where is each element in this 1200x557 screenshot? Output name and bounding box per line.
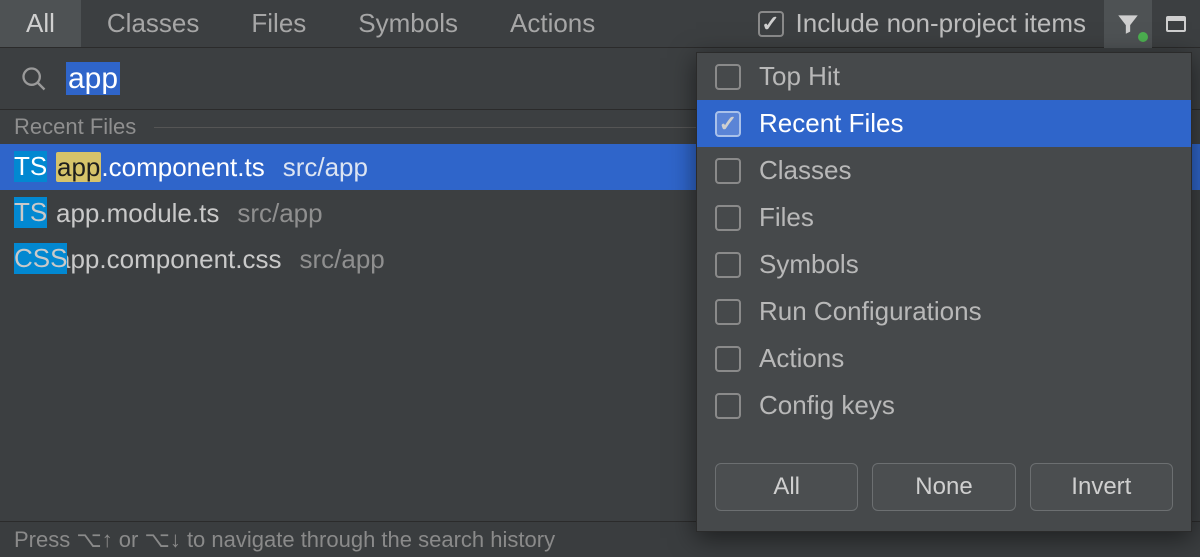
tab-label: Files (251, 8, 306, 39)
filter-option-label: Classes (759, 155, 851, 186)
filter-button[interactable] (1104, 0, 1152, 48)
filter-option-label: Top Hit (759, 61, 840, 92)
filter-option-files[interactable]: Files (697, 194, 1191, 241)
filter-option-classes[interactable]: Classes (697, 147, 1191, 194)
search-scope-tabs: All Classes Files Symbols Actions Includ… (0, 0, 1200, 48)
file-badge: TS (14, 151, 47, 182)
filename-rest: .component.ts (101, 152, 264, 182)
filter-option-label: Symbols (759, 249, 859, 280)
filter-option-actions[interactable]: Actions (697, 335, 1191, 382)
search-input-value: app (66, 62, 120, 95)
checkbox-icon (758, 11, 784, 37)
search-icon (20, 65, 48, 93)
filter-invert-button[interactable]: Invert (1030, 463, 1173, 511)
filter-option-run-configurations[interactable]: Run Configurations (697, 288, 1191, 335)
include-label: Include non-project items (796, 8, 1086, 39)
tab-label: All (26, 8, 55, 39)
result-path: src/app (237, 198, 322, 229)
filter-option-label: Recent Files (759, 108, 904, 139)
checkbox-icon (715, 393, 741, 419)
button-label: None (915, 473, 972, 501)
filter-option-config-keys[interactable]: Config keys (697, 382, 1191, 429)
filter-option-label: Run Configurations (759, 296, 982, 327)
tab-symbols[interactable]: Symbols (332, 0, 484, 47)
button-label: Invert (1071, 473, 1131, 501)
tab-label: Symbols (358, 8, 458, 39)
filter-button-row: All None Invert (697, 449, 1191, 531)
tab-all[interactable]: All (0, 0, 81, 47)
filter-none-button[interactable]: None (872, 463, 1015, 511)
checkbox-icon (715, 252, 741, 278)
include-nonproject-toggle[interactable]: Include non-project items (748, 0, 1104, 47)
filter-all-button[interactable]: All (715, 463, 858, 511)
filter-option-recent-files[interactable]: Recent Files (697, 100, 1191, 147)
file-badge: CSS (14, 243, 67, 274)
match-text: app (56, 198, 99, 228)
result-filename: app.module.ts (56, 198, 219, 229)
funnel-icon (1115, 11, 1141, 37)
tab-label: Actions (510, 8, 595, 39)
section-title: Recent Files (14, 114, 136, 140)
checkbox-icon (715, 158, 741, 184)
checkbox-icon (715, 205, 741, 231)
css-file-icon: CSS (14, 244, 44, 274)
open-in-window-button[interactable] (1152, 0, 1200, 48)
typescript-file-icon: TS (14, 198, 44, 228)
match-highlight: app (56, 152, 101, 182)
result-filename: app.component.css (56, 244, 281, 275)
tab-files[interactable]: Files (225, 0, 332, 47)
filename-rest: .component.css (99, 244, 281, 274)
checkbox-icon (715, 299, 741, 325)
result-path: src/app (299, 244, 384, 275)
tab-classes[interactable]: Classes (81, 0, 225, 47)
tab-label: Classes (107, 8, 199, 39)
filter-option-symbols[interactable]: Symbols (697, 241, 1191, 288)
window-icon (1164, 12, 1188, 36)
filter-option-label: Config keys (759, 390, 895, 421)
checkbox-icon (715, 346, 741, 372)
filter-dropdown: Top Hit Recent Files Classes Files Symbo… (696, 52, 1192, 532)
filter-option-top-hit[interactable]: Top Hit (697, 53, 1191, 100)
checkbox-icon (715, 111, 741, 137)
filter-option-label: Files (759, 202, 814, 233)
result-filename: app.component.ts (56, 152, 265, 183)
button-label: All (773, 473, 800, 501)
typescript-file-icon: TS (14, 152, 44, 182)
file-badge: TS (14, 197, 47, 228)
checkbox-icon (715, 64, 741, 90)
filename-rest: .module.ts (99, 198, 219, 228)
result-path: src/app (283, 152, 368, 183)
tab-actions[interactable]: Actions (484, 0, 621, 47)
filter-option-label: Actions (759, 343, 844, 374)
filter-active-indicator-icon (1138, 32, 1148, 42)
hint-text: Press ⌥↑ or ⌥↓ to navigate through the s… (14, 527, 555, 553)
